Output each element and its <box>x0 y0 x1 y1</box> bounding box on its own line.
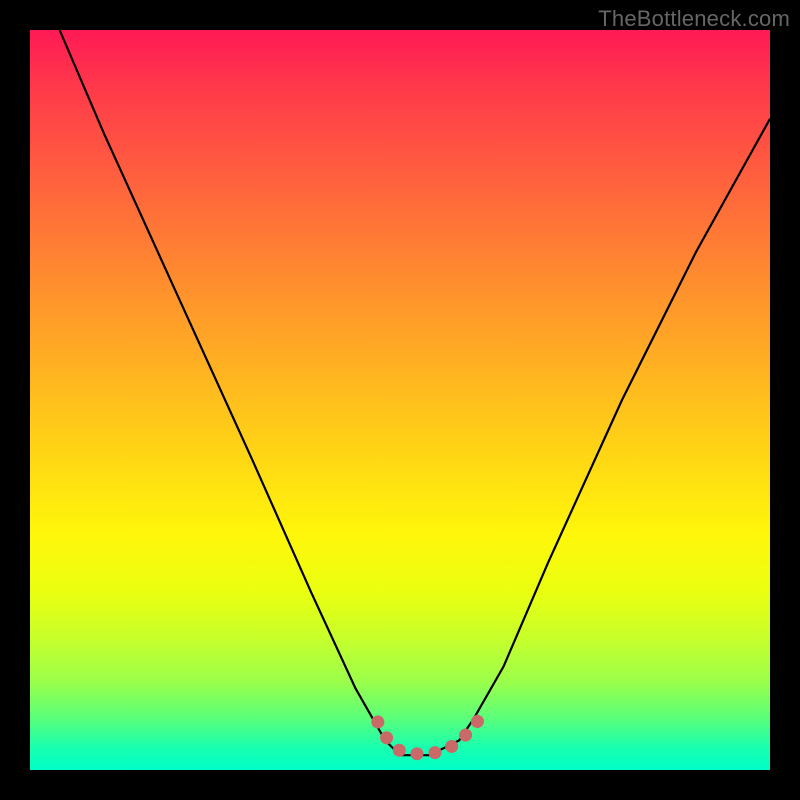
chart-frame: TheBottleneck.com <box>0 0 800 800</box>
bottleneck-curve <box>60 30 770 755</box>
chart-svg <box>30 30 770 770</box>
optimal-band <box>378 717 482 754</box>
plot-area <box>30 30 770 770</box>
watermark-label: TheBottleneck.com <box>598 6 790 32</box>
